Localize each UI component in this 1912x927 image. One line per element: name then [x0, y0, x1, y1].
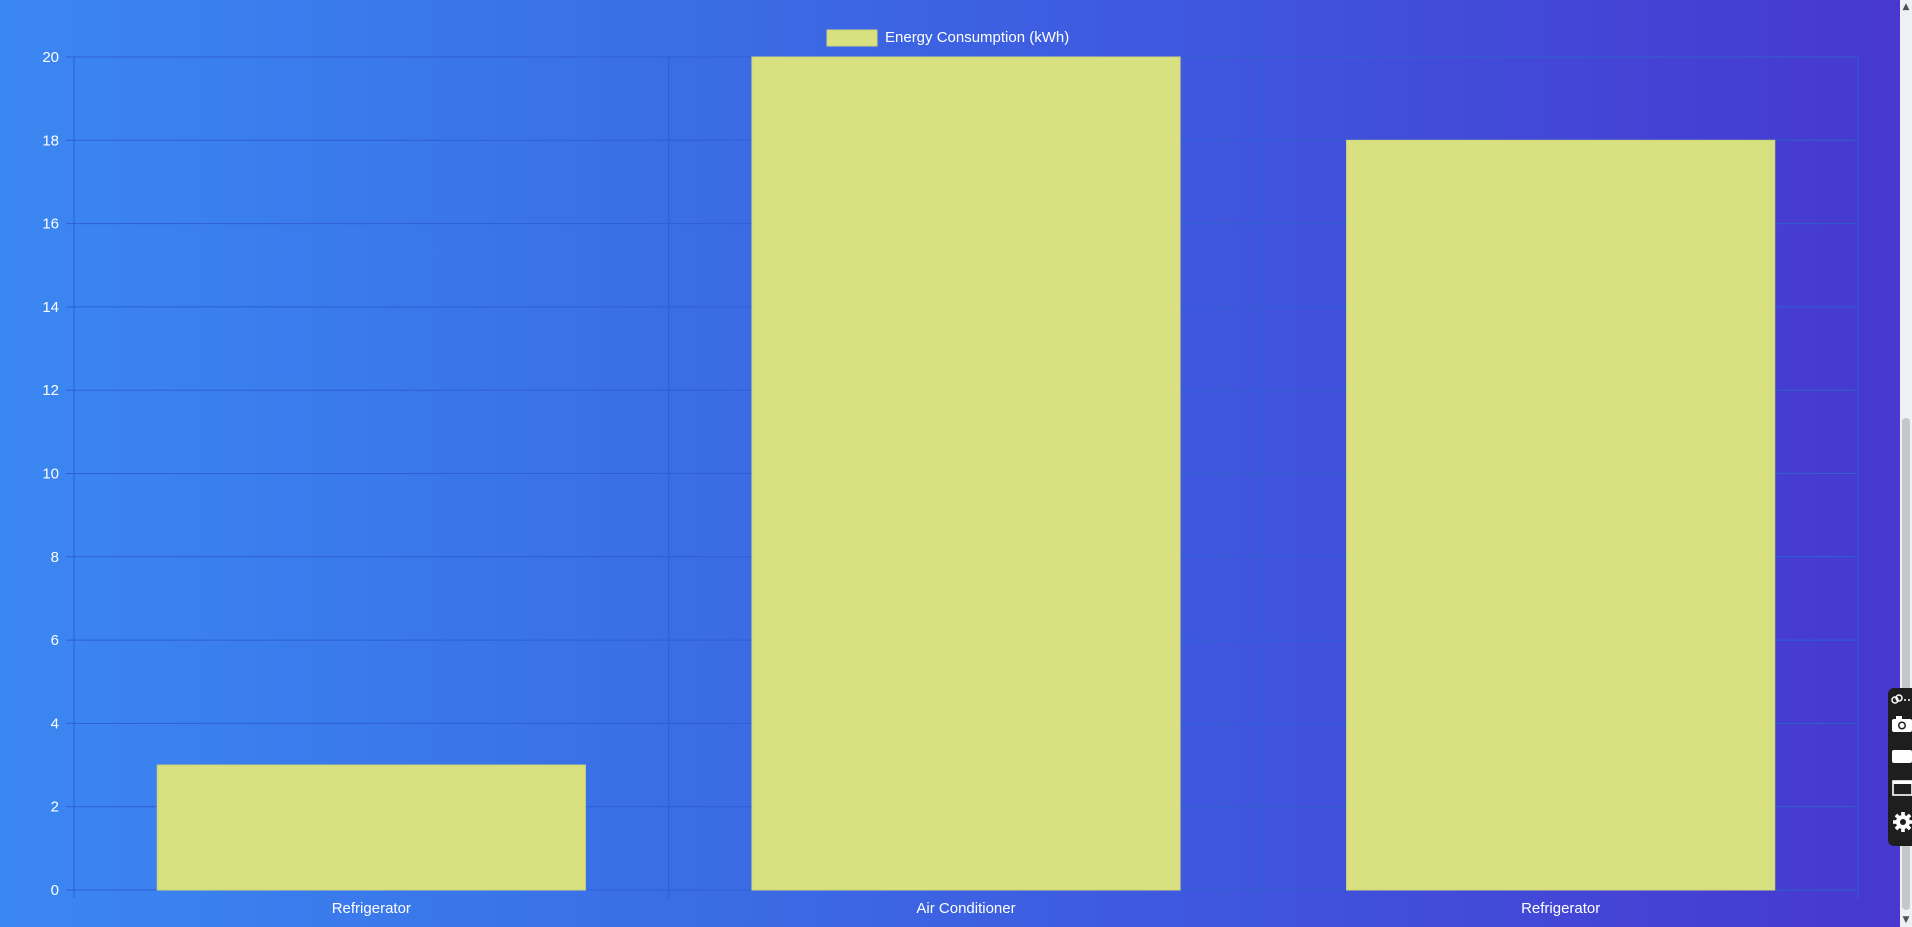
y-tick-label: 10 [42, 466, 59, 483]
y-tick-label: 16 [42, 216, 59, 233]
window-icon[interactable] [1890, 776, 1912, 800]
y-tick-label: 4 [51, 715, 59, 732]
scroll-up-arrow-icon[interactable]: ▲ [1900, 0, 1912, 14]
x-axis-ticks: Refrigerator Air Conditioner Refrigerator [332, 900, 1601, 917]
y-tick-label: 12 [42, 382, 59, 399]
screen-capture-toolbar [1888, 688, 1912, 846]
y-tick-label: 20 [42, 49, 59, 66]
video-icon[interactable] [1890, 744, 1912, 768]
y-tick-label: 8 [51, 549, 59, 566]
y-tick-label: 2 [51, 799, 59, 816]
legend-swatch[interactable] [826, 29, 878, 47]
bar[interactable] [1346, 139, 1776, 891]
link-icon[interactable] [1890, 692, 1912, 708]
y-tick-label: 14 [42, 299, 59, 316]
x-tick-label: Air Conditioner [916, 900, 1015, 917]
legend[interactable]: Energy Consumption (kWh) [826, 29, 1069, 47]
y-tick-label: 6 [51, 632, 59, 649]
y-axis-ticks: 0 2 4 6 8 10 12 14 16 18 20 [42, 49, 59, 899]
legend-label[interactable]: Energy Consumption (kWh) [885, 29, 1069, 46]
scroll-down-arrow-icon[interactable]: ▼ [1900, 913, 1912, 927]
bar-chart: 0 2 4 6 8 10 12 14 16 18 20 Refrigerator Air Condit… [42, 29, 1859, 917]
x-tick-label: Refrigerator [332, 900, 411, 917]
bar[interactable] [156, 764, 586, 891]
y-tick-label: 18 [42, 132, 59, 149]
bar[interactable] [751, 56, 1181, 891]
x-tick-label: Refrigerator [1521, 900, 1600, 917]
gear-icon[interactable] [1890, 810, 1912, 834]
camera-icon[interactable] [1890, 712, 1912, 736]
y-tick-label: 0 [51, 882, 59, 899]
